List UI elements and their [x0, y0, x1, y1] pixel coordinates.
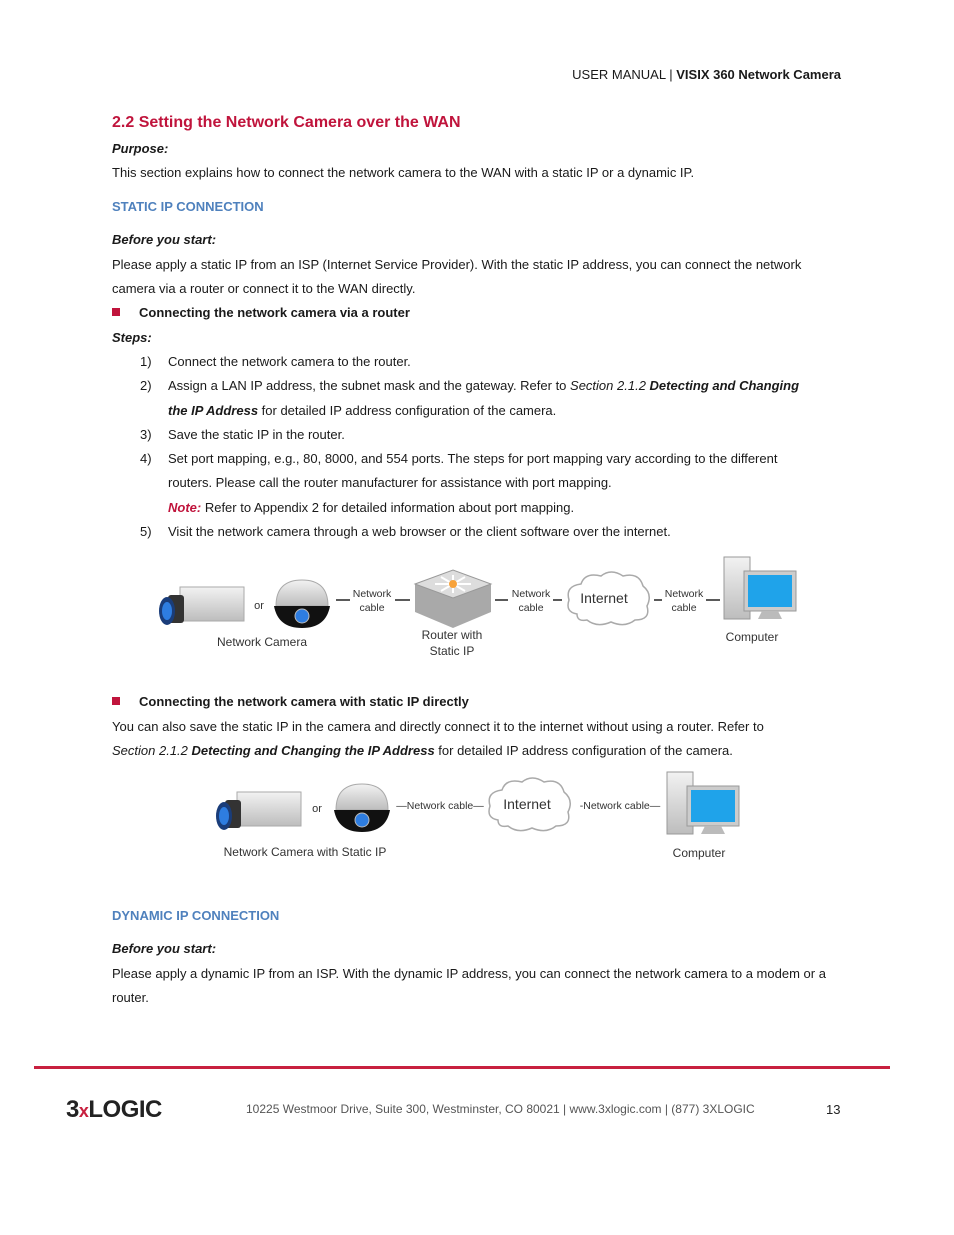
section-ref-title: Detecting and Changing	[649, 378, 800, 393]
section-ref: Section 2.1.2	[570, 378, 650, 393]
computer-label: Computer	[673, 846, 726, 860]
note-text: Refer to Appendix 2 for detailed informa…	[201, 500, 575, 515]
cable-label: Network	[353, 588, 392, 600]
page-number: 13	[826, 1102, 841, 1117]
diagram-router: or Network Camera Network cable Router w…	[158, 556, 797, 658]
header-product: VISIX 360 Network Camera	[676, 67, 841, 82]
cable-label: cable	[359, 602, 384, 614]
section-ref-title: the IP Address	[168, 403, 259, 418]
document-page: USER MANUAL | VISIX 360 Network Camera 2…	[0, 0, 954, 1235]
direct-text: You can also save the static IP in the c…	[112, 719, 764, 734]
note-label: Note:	[168, 500, 202, 515]
step-number: 3)	[140, 427, 152, 442]
computer-icon	[723, 556, 797, 620]
internet-label: Internet	[580, 590, 628, 606]
cable-label: Network	[512, 588, 551, 600]
internet-cloud-icon	[567, 571, 650, 626]
header-separator: |	[669, 67, 673, 82]
header-manual: USER MANUAL	[572, 67, 666, 82]
bullet-square-icon	[112, 697, 120, 705]
section-ref-title: Detecting and Changing the IP Address	[191, 743, 435, 758]
router-label: Static IP	[430, 644, 475, 658]
internet-label: Internet	[503, 796, 551, 812]
dynamic-before-text: Please apply a dynamic IP from an ISP. W…	[112, 966, 826, 1005]
footer-rule	[34, 1066, 890, 1069]
step-number: 5)	[140, 524, 152, 539]
step-number: 4)	[140, 451, 152, 466]
router-label: Router with	[422, 628, 483, 642]
step-text: Connect the network camera to the router…	[168, 354, 411, 369]
purpose-label: Purpose:	[112, 141, 169, 156]
step-number: 1)	[140, 354, 152, 369]
step-text-cont: the IP Address for detailed IP address c…	[168, 403, 556, 418]
note: Note: Refer to Appendix 2 for detailed i…	[168, 500, 574, 515]
router-icon	[414, 569, 492, 629]
or-label: or	[312, 803, 322, 815]
static-before-text: Please apply a static IP from an ISP (In…	[112, 257, 802, 296]
cable-label: —Network cable—	[396, 800, 484, 812]
section-ref: Section 2.1.2	[112, 743, 192, 758]
purpose-text: This section explains how to connect the…	[112, 165, 695, 180]
bullet-direct: Connecting the network camera with stati…	[112, 694, 469, 709]
cable-label: cable	[671, 602, 696, 614]
box-camera-icon	[215, 791, 302, 831]
step-text-cont: routers. Please call the router manufact…	[168, 475, 612, 490]
bullet-square-icon	[112, 308, 120, 316]
box-camera-icon	[158, 586, 245, 626]
step-text: Visit the network camera through a web b…	[168, 524, 671, 539]
computer-icon	[666, 771, 740, 835]
cable-label: Network	[665, 588, 704, 600]
direct-text-cont: Section 2.1.2 Detecting and Changing the…	[112, 743, 733, 758]
step-text: Save the static IP in the router.	[168, 427, 345, 442]
computer-label: Computer	[726, 630, 779, 644]
bullet-text: Connecting the network camera via a rout…	[139, 305, 410, 320]
bullet-router: Connecting the network camera via a rout…	[112, 305, 410, 320]
step-text-part: for detailed IP address configuration of…	[258, 403, 557, 418]
camera-label: Network Camera with Static IP	[224, 845, 387, 859]
dynamic-ip-heading: DYNAMIC IP CONNECTION	[112, 908, 280, 923]
or-label: or	[254, 600, 264, 612]
section-title: 2.2 Setting the Network Camera over the …	[112, 114, 461, 131]
network-diagrams: or Network Camera Network cable Router w…	[158, 556, 797, 860]
footer-address: 10225 Westmoor Drive, Suite 300, Westmin…	[246, 1102, 755, 1116]
camera-label: Network Camera	[217, 635, 307, 649]
before-start-label: Before you start:	[112, 232, 217, 247]
footer-logo: 3xLOGIC	[66, 1096, 162, 1123]
direct-text-part: for detailed IP address configuration of…	[434, 743, 733, 758]
steps-label: Steps:	[112, 330, 152, 345]
step-text-part: Assign a LAN IP address, the subnet mask…	[168, 378, 571, 393]
before-start-label: Before you start:	[112, 941, 217, 956]
cable-label: cable	[518, 602, 543, 614]
dome-camera-icon	[333, 783, 391, 833]
step-text: Assign a LAN IP address, the subnet mask…	[168, 378, 799, 393]
static-ip-heading: STATIC IP CONNECTION	[112, 199, 264, 214]
dome-camera-icon	[273, 579, 331, 629]
cable-label: -Network cable—	[580, 800, 661, 812]
internet-cloud-icon	[488, 777, 571, 832]
diagram-direct: or —Network cable— Internet -Network cab…	[215, 771, 740, 860]
step-number: 2)	[140, 378, 152, 393]
bullet-text: Connecting the network camera with stati…	[139, 694, 469, 709]
step-text: Set port mapping, e.g., 80, 8000, and 55…	[168, 451, 778, 466]
running-header: USER MANUAL | VISIX 360 Network Camera	[572, 67, 841, 82]
